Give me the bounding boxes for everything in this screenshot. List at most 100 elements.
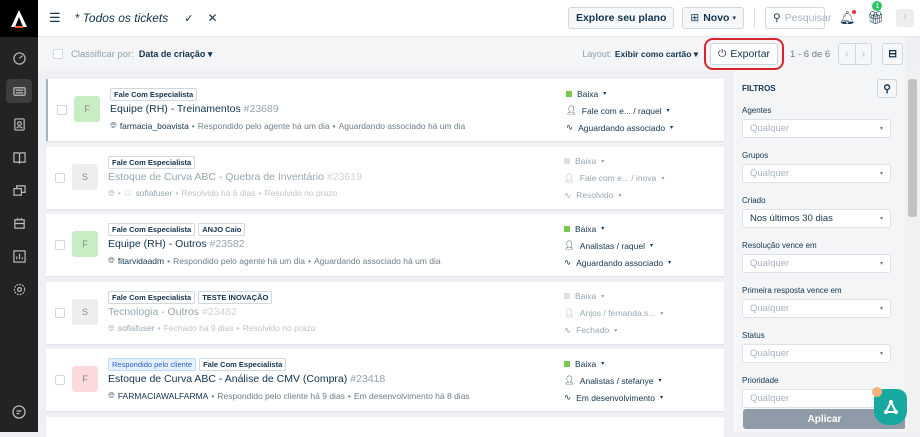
- search-input[interactable]: ⚲ Pesquisar: [764, 7, 831, 29]
- app-logo[interactable]: [0, 0, 38, 37]
- group-agent-dropdown[interactable]: 👤︎ Fale com e... / raquel ▾: [566, 102, 673, 119]
- priority-dropdown[interactable]: Baixa ▾: [564, 288, 663, 305]
- priority-dropdown[interactable]: Baixa ▾: [564, 153, 664, 170]
- priority-value: Baixa: [575, 358, 597, 369]
- ticket-subject[interactable]: Equipe (RH) - Outros #23582: [108, 238, 245, 250]
- ticket-checkbox[interactable]: [55, 172, 65, 183]
- status-dropdown[interactable]: ∿ Aguardando associado ▾: [564, 254, 671, 271]
- explore-plan-button[interactable]: Explore seu plano: [567, 7, 675, 29]
- filter-select[interactable]: Qualquer▾: [742, 389, 891, 408]
- save-view-icon[interactable]: ✓: [184, 12, 193, 25]
- ticket-properties: Baixa ▾ 👤︎ Anjos / fernanda.s... ▾ ∿ Fechado…: [564, 288, 663, 339]
- knowledge-base-icon[interactable]: [6, 145, 32, 169]
- avatar[interactable]: I: [896, 9, 914, 27]
- ticket-subject[interactable]: Estoque de Curva ABC - Quebra de Inventá…: [108, 171, 362, 183]
- filter-select[interactable]: Qualquer ▾: [742, 299, 891, 318]
- layout-dropdown[interactable]: Exibir como cartão ▾: [615, 49, 698, 60]
- sidebar: [0, 0, 38, 432]
- filter-select[interactable]: Qualquer▾: [742, 344, 891, 363]
- sort-dropdown[interactable]: Data de criação ▾: [139, 49, 213, 60]
- gift-icon[interactable]: 🎁︎ 1: [867, 1, 884, 26]
- ticket-card[interactable]: F Respondido pelo cliente Fale Com Especi…: [46, 349, 724, 411]
- requester-name[interactable]: farmacia_boavista: [120, 121, 189, 131]
- chevron-down-icon: ▾: [668, 260, 672, 266]
- reports-icon[interactable]: [6, 244, 32, 268]
- prev-page-button[interactable]: ‹: [838, 43, 856, 65]
- ticket-checkbox[interactable]: [55, 307, 65, 318]
- group-agent-value: Fale com e... / raquel: [581, 105, 662, 116]
- response-status: Fechado há 9 dias: [163, 323, 234, 333]
- filters-scrollbar[interactable]: [905, 71, 920, 432]
- menu-icon[interactable]: ☰: [49, 10, 61, 26]
- subject-text: Estoque de Curva ABC - Quebra de Inventá…: [108, 170, 324, 183]
- filter-select[interactable]: Qualquer▾: [742, 254, 891, 273]
- select-all-checkbox[interactable]: [53, 49, 63, 59]
- chat-icon[interactable]: [12, 405, 26, 422]
- chevron-down-icon: ▾: [879, 306, 883, 312]
- requester-name[interactable]: fitarvidaadm: [118, 256, 164, 266]
- ticket-checkbox[interactable]: [55, 240, 65, 250]
- group-agent-dropdown[interactable]: 👤︎ Anjos / fernanda.s... ▾: [564, 305, 663, 322]
- ticket-checkbox[interactable]: [55, 375, 65, 385]
- priority-indicator: [564, 158, 570, 164]
- requester-name[interactable]: sofiafuser: [135, 188, 172, 198]
- filter-search-button[interactable]: ⚲: [877, 79, 897, 98]
- status-dropdown[interactable]: ∿ Fechado ▾: [564, 322, 663, 339]
- chevron-down-icon: ▾: [666, 108, 670, 114]
- toggle-filters-button[interactable]: ⊟: [882, 43, 903, 65]
- response-status: Respondido pelo agente há um dia: [173, 255, 305, 266]
- group-agent-dropdown[interactable]: 👤︎ Analistas / stefanye ▾: [564, 372, 663, 389]
- filter-select[interactable]: Qualquer▾: [742, 119, 891, 138]
- contacts-icon[interactable]: [6, 112, 32, 136]
- ticket-card[interactable]: F Fale Com Especialista ANJO Caio Equipe …: [46, 214, 724, 276]
- ticket-subject[interactable]: Tecnologia - Outros #23482: [108, 306, 237, 318]
- user-icon: 👤︎: [564, 375, 575, 385]
- ticket-properties: Baixa ▾ 👤︎ Fale com e... / raquel ▾ ∿ Aguard…: [566, 85, 673, 136]
- filter-select[interactable]: Qualquer▾: [742, 164, 891, 183]
- status-dropdown[interactable]: ∿ Resolvido ▾: [564, 187, 664, 204]
- priority-dropdown[interactable]: Baixa ▾: [564, 220, 671, 237]
- ticket-number: #23482: [201, 305, 238, 318]
- ticket-card-partial[interactable]: [46, 417, 724, 437]
- close-icon[interactable]: ✕: [207, 11, 217, 25]
- group-agent-value: Analistas / raquel: [579, 240, 645, 251]
- assets-icon[interactable]: [6, 211, 32, 235]
- helper-widget-button[interactable]: [872, 387, 907, 425]
- ticket-card[interactable]: S Fale Com Especialista TESTE INOVAÇÃO Te…: [46, 281, 724, 344]
- chevron-down-icon: ▾: [614, 327, 618, 334]
- new-button[interactable]: ⊞ Novo ▾: [682, 7, 744, 29]
- ticket-card[interactable]: F Fale Com Especialista Equipe (RH) - Tr…: [46, 79, 724, 141]
- ticket-tag: Respondido pelo cliente: [108, 358, 197, 371]
- group-agent-dropdown[interactable]: 👤︎ Fale com e... / inova ▾: [564, 170, 664, 187]
- status-value: Aguardando associado: [576, 257, 664, 268]
- next-page-button[interactable]: ›: [855, 43, 873, 65]
- ticket-subject[interactable]: Equipe (RH) - Treinamentos #23689: [110, 103, 279, 115]
- conversations-icon[interactable]: [6, 178, 32, 202]
- notification-dot: [872, 387, 882, 397]
- scrollbar-thumb[interactable]: [908, 79, 917, 217]
- settings-icon[interactable]: [6, 277, 32, 301]
- ticket-checkbox[interactable]: [57, 105, 67, 115]
- status-dropdown[interactable]: ∿ Aguardando associado ▾: [566, 119, 673, 136]
- filter-select[interactable]: Nos últimos 30 dias ▾: [742, 209, 891, 228]
- filter-label: Agentes: [742, 106, 772, 115]
- requester-avatar: F: [72, 366, 98, 392]
- notifications-bell-icon[interactable]: 🔔︎: [839, 10, 857, 26]
- requester-name[interactable]: FARMACIAWALFARMA: [118, 391, 209, 401]
- status-value: Fechado: [576, 325, 610, 335]
- ticket-tags: Respondido pelo cliente Fale Com Especial…: [108, 358, 287, 371]
- priority-dropdown[interactable]: Baixa ▾: [564, 355, 663, 372]
- ticket-card[interactable]: S Fale Com Especialista Estoque de Curva…: [46, 146, 724, 209]
- priority-dropdown[interactable]: Baixa ▾: [566, 85, 673, 102]
- ticket-tags: Fale Com Especialista: [110, 88, 198, 101]
- export-button[interactable]: ⏻ Exportar: [710, 43, 779, 65]
- ticket-subject[interactable]: Estoque de Curva ABC - Análise de CMV (C…: [108, 373, 385, 385]
- export-icon: ⏻: [718, 47, 727, 60]
- tickets-icon[interactable]: [6, 79, 32, 103]
- status-dropdown[interactable]: ∿ Em desenvolvimento ▾: [564, 389, 663, 406]
- dashboard-icon[interactable]: [6, 46, 32, 70]
- ticket-number: #23582: [209, 238, 245, 250]
- requester-name[interactable]: sofiafuser: [118, 323, 155, 333]
- group-agent-dropdown[interactable]: 👤︎ Analistas / raquel ▾: [564, 237, 671, 254]
- filter-value: Qualquer: [750, 303, 790, 314]
